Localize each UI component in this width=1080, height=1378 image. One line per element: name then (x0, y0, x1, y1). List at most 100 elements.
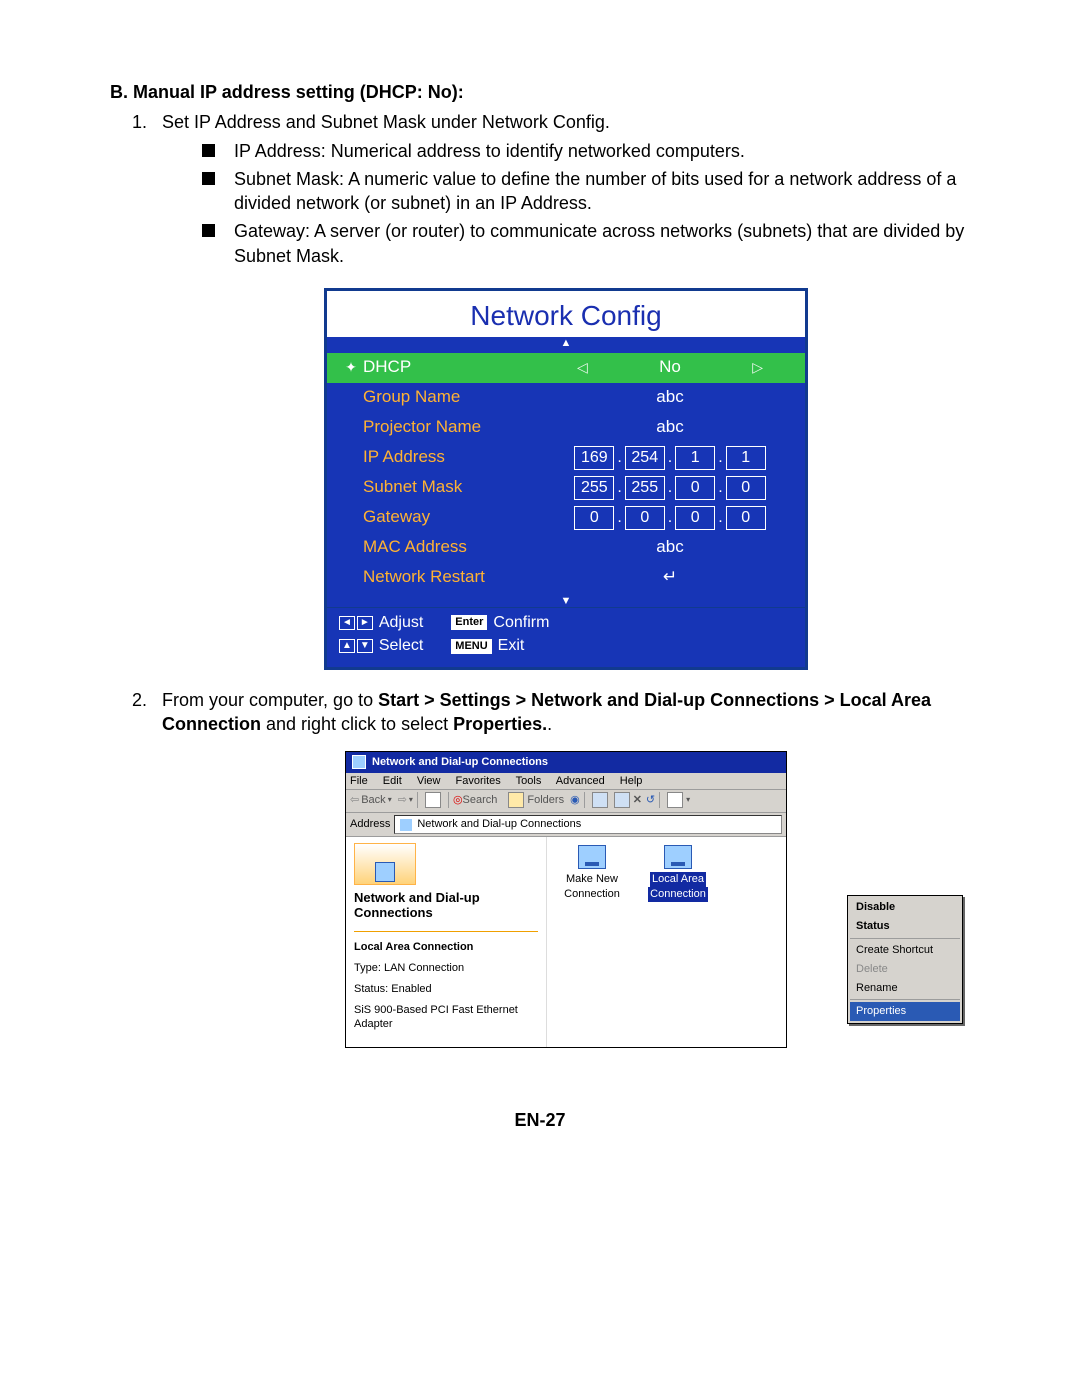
ctx-create-shortcut[interactable]: Create Shortcut (850, 941, 960, 960)
right-arrow-icon[interactable]: ▷ (752, 358, 763, 377)
bullet-ip-address: IP Address: Numerical address to identif… (202, 139, 970, 163)
window-icon (352, 755, 366, 769)
osd-row-network-restart[interactable]: Network Restart ↵ (339, 563, 787, 593)
osd-value-group-name: abc (553, 386, 787, 409)
subnet-octet-2[interactable]: 255 (625, 476, 665, 500)
menu-view[interactable]: View (417, 775, 441, 787)
osd-value-gateway: 0. 0. 0. 0 (553, 506, 787, 530)
item-lac-label-top: Local Area (650, 872, 706, 887)
osd-row-mac-address[interactable]: MAC Address abc (339, 533, 787, 563)
osd-row-gateway[interactable]: Gateway 0. 0. 0. 0 (339, 503, 787, 533)
move-to-icon[interactable] (592, 792, 608, 808)
menu-favorites[interactable]: Favorites (456, 775, 501, 787)
make-new-connection-icon (578, 845, 606, 869)
footer-adjust-label: Adjust (379, 612, 423, 634)
toolbar[interactable]: ⇦ Back ▾ ⇨ ▾ ◎ Search Folders ◉ ✕ ↺ (346, 790, 786, 813)
views-icon[interactable] (667, 792, 683, 808)
network-config-osd: Network Config ▲ ✦ DHCP ◁ No ▷ (324, 288, 808, 670)
step-1: Set IP Address and Subnet Mask under Net… (152, 110, 970, 670)
footer-exit-label: Exit (498, 635, 525, 657)
history-icon[interactable]: ◉ (570, 793, 580, 808)
ip-octet-4[interactable]: 1 (726, 446, 766, 470)
ctx-disable[interactable]: Disable (850, 898, 960, 917)
undo-icon[interactable]: ↺ (646, 793, 655, 808)
osd-label-network-restart: Network Restart (363, 566, 553, 589)
item-lac-label-bottom: Connection (648, 887, 708, 902)
up-folder-icon[interactable] (425, 792, 441, 808)
item-make-new-connection[interactable]: Make New Connection (553, 845, 631, 1039)
menubar[interactable]: File Edit View Favorites Tools Advanced … (346, 773, 786, 791)
menu-help[interactable]: Help (620, 775, 643, 787)
address-value: Network and Dial-up Connections (417, 817, 581, 832)
windows-screenshot: Network and Dial-up Connections File Edi… (345, 751, 787, 1049)
toolbar-folders[interactable]: Folders (527, 793, 564, 808)
subnet-octet-1[interactable]: 255 (574, 476, 614, 500)
left-arrow-icon[interactable]: ◁ (577, 358, 588, 377)
ctx-status[interactable]: Status (850, 917, 960, 936)
osd-value-dhcp: No (659, 356, 681, 379)
osd-label-group-name: Group Name (363, 386, 553, 409)
gateway-octet-3[interactable]: 0 (675, 506, 715, 530)
osd-label-subnet-mask: Subnet Mask (363, 476, 553, 499)
menu-button-hint: MENU (451, 639, 491, 654)
osd-label-projector-name: Projector Name (363, 416, 553, 439)
toolbar-search[interactable]: Search (463, 793, 498, 808)
delete-icon[interactable]: ✕ (633, 793, 642, 808)
subnet-octet-3[interactable]: 0 (675, 476, 715, 500)
folder-hero-icon (354, 843, 416, 885)
osd-row-subnet-mask[interactable]: Subnet Mask 255. 255. 0. 0 (339, 473, 787, 503)
toolbar-back[interactable]: Back (361, 793, 385, 808)
address-bar[interactable]: Address Network and Dial-up Connections (346, 813, 786, 837)
osd-label-mac-address: MAC Address (363, 536, 553, 559)
items-panel[interactable]: Make New Connection Local Area Connectio… (547, 837, 786, 1047)
ctx-rename[interactable]: Rename (850, 979, 960, 998)
osd-row-group-name[interactable]: Group Name abc (339, 383, 787, 413)
osd-label-ip-address: IP Address (363, 446, 553, 469)
nav-up-icon: ▲ (339, 639, 355, 653)
bullet-gateway: Gateway: A server (or router) to communi… (202, 219, 970, 268)
up-arrow-icon: ▲ (327, 337, 805, 349)
window-titlebar: Network and Dial-up Connections (346, 752, 786, 773)
step-2-pre: From your computer, go to (162, 690, 378, 710)
bullet-subnet-mask: Subnet Mask: A numeric value to define t… (202, 167, 970, 216)
context-menu[interactable]: Disable Status Create Shortcut Delete Re… (847, 895, 963, 1024)
ip-octet-3[interactable]: 1 (675, 446, 715, 470)
local-area-connection-icon (664, 845, 692, 869)
osd-label-dhcp: DHCP (363, 356, 553, 379)
ctx-delete: Delete (850, 960, 960, 979)
copy-to-icon[interactable] (614, 792, 630, 808)
item-local-area-connection[interactable]: Local Area Connection (639, 845, 717, 1039)
osd-value-ip-address: 169. 254. 1. 1 (553, 446, 787, 470)
gateway-octet-2[interactable]: 0 (625, 506, 665, 530)
ip-octet-2[interactable]: 254 (625, 446, 665, 470)
gateway-octet-4[interactable]: 0 (726, 506, 766, 530)
subnet-octet-4[interactable]: 0 (726, 476, 766, 500)
footer-confirm-label: Confirm (493, 612, 549, 634)
page-number: EN-27 (110, 1108, 970, 1132)
info-panel-title: Network and Dial-up Connections (354, 891, 538, 921)
osd-row-ip-address[interactable]: IP Address 169. 254. 1. 1 (339, 443, 787, 473)
folders-icon[interactable] (508, 792, 524, 808)
osd-title: Network Config (327, 297, 805, 335)
osd-row-projector-name[interactable]: Projector Name abc (339, 413, 787, 443)
nav-right-icon: ► (357, 616, 373, 630)
info-connection-name: Local Area Connection (354, 941, 473, 953)
step-2-properties-bold: Properties. (453, 714, 547, 734)
gateway-octet-1[interactable]: 0 (574, 506, 614, 530)
menu-advanced[interactable]: Advanced (556, 775, 605, 787)
footer-select-label: Select (379, 635, 423, 657)
ip-octet-1[interactable]: 169 (574, 446, 614, 470)
step-2: From your computer, go to Start > Settin… (152, 688, 970, 1048)
osd-row-dhcp[interactable]: ✦ DHCP ◁ No ▷ (327, 353, 805, 383)
osd-value-subnet-mask: 255. 255. 0. 0 (553, 476, 787, 500)
search-icon[interactable]: ◎ (453, 793, 463, 808)
menu-file[interactable]: File (350, 775, 368, 787)
menu-tools[interactable]: Tools (516, 775, 542, 787)
info-connection-type: Type: LAN Connection (354, 961, 538, 976)
section-heading: B. Manual IP address setting (DHCP: No): (110, 80, 970, 104)
ctx-properties[interactable]: Properties (850, 1002, 960, 1021)
step-2-mid: and right click to select (261, 714, 453, 734)
down-arrow-icon: ▼ (327, 595, 805, 607)
info-adapter: SiS 900-Based PCI Fast Ethernet Adapter (354, 1003, 538, 1033)
menu-edit[interactable]: Edit (383, 775, 402, 787)
